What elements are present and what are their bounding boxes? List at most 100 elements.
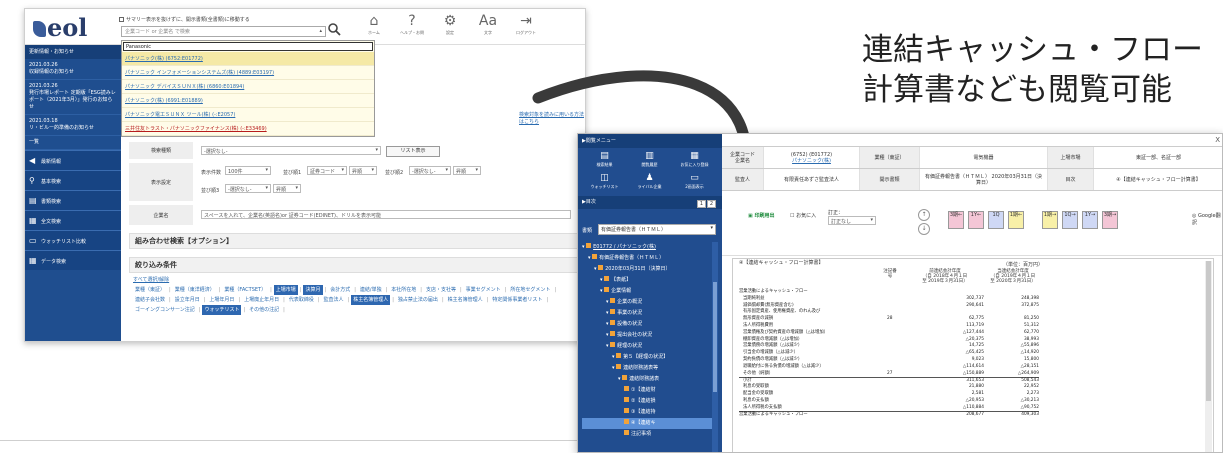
tree-node[interactable]: ▾ 設備の状況	[582, 319, 712, 330]
filter-tag[interactable]: 監査法人	[322, 295, 346, 305]
menu-favorite[interactable]: ▦ お気に入り登録	[672, 150, 717, 172]
filter-tag[interactable]: 設立年月日	[173, 295, 202, 305]
print-button[interactable]: ▣ 印刷用出	[748, 212, 774, 219]
tree-node[interactable]: ①【連結財	[582, 385, 712, 396]
toc-layout-button[interactable]: 1	[697, 200, 706, 208]
favorite-button[interactable]: ☐ お気に入	[790, 212, 816, 219]
filter-tag[interactable]: 代表取締役	[287, 295, 316, 305]
sort1-dir-select[interactable]: 昇順	[349, 166, 377, 175]
tree-node[interactable]: 注記事項	[582, 429, 712, 440]
tree-node[interactable]: ③【連結持	[582, 407, 712, 418]
top-nav-help[interactable]: ? ヘルプ・お問	[393, 13, 431, 36]
tree-node[interactable]: ▾ 2020年03月31日（決算日）	[582, 264, 712, 275]
period-nav-button[interactable]: 1期←	[1008, 211, 1024, 229]
filter-tag[interactable]: 会計方式	[328, 285, 352, 295]
sort3-dir-select[interactable]: 昇順	[273, 184, 301, 193]
tree-node[interactable]: ②【連結損	[582, 396, 712, 407]
sort2-select[interactable]: -選択なし-	[409, 166, 451, 175]
tree-node[interactable]: ▾ 第５【経理の状況】	[582, 352, 712, 363]
filter-tag[interactable]: 連結子会社数	[133, 295, 167, 305]
sidebar-item-megaphone[interactable]: ◀ 最新情報	[25, 150, 121, 170]
period-nav-button[interactable]: 3期←	[948, 211, 964, 229]
filter-tag[interactable]: 業種（東洋経済）	[173, 285, 217, 295]
top-nav-font-size[interactable]: Aa 文字	[469, 13, 507, 36]
top-nav-home[interactable]: ⌂ ホーム	[355, 13, 393, 36]
filters-header[interactable]: 絞り込み条件	[129, 257, 581, 273]
tree-node[interactable]: ④【連結キ	[582, 418, 712, 429]
news-item[interactable]: 2021.03.26 発行市場レポート 定期版「ESG読みレポート（2021年3月…	[25, 80, 121, 115]
news-item[interactable]: 2021.03.26 収録情報のお知らせ	[25, 59, 121, 80]
filter-tag[interactable]: 本社所在地	[389, 285, 418, 295]
sheet-scroll-thumb[interactable]	[1206, 261, 1211, 401]
correction-select[interactable]: 訂正なし	[828, 216, 876, 225]
sidebar-item-document-search[interactable]: ▤ 書類検索	[25, 190, 121, 210]
period-nav-button[interactable]: 1Y→	[1082, 211, 1098, 229]
news-item[interactable]: 2021.03.18 リ・ビルー的準備のお知らせ	[25, 115, 121, 136]
company-search-input[interactable]: 企業コード or 企業名 で検索 ▴	[121, 26, 326, 37]
menu-compare[interactable]: ▭ 2画面表示	[672, 172, 717, 194]
google-translate-button[interactable]: ◎ Google翻訳	[1192, 212, 1222, 226]
close-icon[interactable]: X	[1215, 136, 1220, 144]
suggest-input[interactable]: Panasonic	[123, 42, 373, 51]
suggest-option[interactable]: パナソニック デバイスＳＵＮＸ(株) (6860:E01894)	[122, 80, 374, 94]
tree-node[interactable]: ▾ 連結財務諸表	[582, 374, 712, 385]
sidebar-item-fulltext-search[interactable]: ▦ 全文検索	[25, 210, 121, 230]
top-nav-gear[interactable]: ⚙ 設定	[431, 13, 469, 36]
tree-node[interactable]: ▾ 【表紙】	[582, 275, 712, 286]
filter-tag[interactable]: 業種（FACTSET）	[222, 285, 268, 295]
filter-tag[interactable]: 連結/単独	[358, 285, 384, 295]
filter-tag[interactable]: 上場廃止年月日	[242, 295, 281, 305]
period-nav-button[interactable]: 1Y←	[968, 211, 984, 229]
filter-tag[interactable]: 株主名簿管理人	[351, 295, 391, 305]
filter-tag[interactable]: 独占禁止法の届出	[396, 295, 440, 305]
tree-node[interactable]: ▾ 経理の状況	[582, 341, 712, 352]
options-header[interactable]: 組み合わせ検索【オプション】	[129, 233, 581, 249]
tree-scroll-thumb[interactable]	[713, 282, 717, 392]
tree-node[interactable]: ▾ 企業情報	[582, 286, 712, 297]
filter-tag[interactable]: 業種（東証）	[133, 285, 167, 295]
suggest-option[interactable]: パナソニック インフォメーションシステムズ(株) (4889:E03197)	[122, 66, 374, 80]
suggest-option[interactable]: パナソニック(株) (6991:E01889)	[122, 94, 374, 108]
menu-search-results[interactable]: ▤ 検索結果	[582, 150, 627, 172]
company-link[interactable]: パナソニック(株)	[792, 158, 831, 164]
filter-tag[interactable]: ゴーイングコンサーン注記	[133, 305, 197, 315]
hint-checkbox[interactable]	[119, 17, 124, 22]
period-nav-button[interactable]: 1Q→	[1062, 211, 1078, 229]
list-display-button[interactable]: リスト表示	[386, 146, 440, 157]
select-all-link[interactable]: すべて選択/解除	[133, 275, 579, 285]
suggest-option[interactable]: パナソニック電工ＳＵＮＸ ツール(株) (-:E2057)	[122, 108, 374, 122]
period-nav-button[interactable]: 3期→	[1102, 211, 1118, 229]
sidebar-item-watchlist[interactable]: ▭ ウォッチリスト比較	[25, 230, 121, 250]
tree-node[interactable]: ▾ 事業の状況	[582, 308, 712, 319]
filter-tag[interactable]: その他の注記	[247, 305, 281, 315]
filter-tag[interactable]: 事業セグメント	[464, 285, 503, 295]
sidebar-item-data[interactable]: ▦ データ検索	[25, 250, 121, 270]
display-count-select[interactable]: 100件	[225, 166, 271, 175]
sort2-dir-select[interactable]: 昇順	[453, 166, 481, 175]
tree-node[interactable]: ▾ 連結財務諸表等	[582, 363, 712, 374]
filter-tag[interactable]: 支店・支社等	[424, 285, 458, 295]
filter-tag[interactable]: ウォッチリスト	[202, 305, 242, 315]
arrow-up-icon[interactable]: ↑	[918, 209, 930, 221]
filter-tag[interactable]: 決算月	[303, 285, 323, 295]
news-more-link[interactable]: 一覧	[25, 136, 121, 150]
top-nav-logout[interactable]: ⇥ ログアウト	[507, 13, 545, 36]
search-icon[interactable]	[327, 22, 341, 36]
doc-type-select[interactable]: -選択なし-	[201, 146, 381, 155]
suggest-option[interactable]: 三井住友トラスト・パナソニックファイナンス(株) (-:E33469)	[122, 122, 374, 136]
filter-tag[interactable]: 株主名簿管理人	[446, 295, 485, 305]
filter-tag[interactable]: 上場市場	[273, 285, 298, 295]
menu-rival[interactable]: ♟ ライバル企業	[627, 172, 672, 194]
tree-node[interactable]: ▾ E01772 / パナソニック(株)	[582, 242, 712, 253]
tree-node[interactable]: ▾ 有価証券報告書（ＨＴＭＬ）	[582, 253, 712, 264]
arrow-down-icon[interactable]: ↓	[918, 223, 930, 235]
toc-layout-button[interactable]: 2	[707, 200, 716, 208]
sort1-select[interactable]: 証券コード	[307, 166, 347, 175]
sheet-scrollbar[interactable]	[1205, 261, 1212, 452]
summary-hint[interactable]: サマリー表示を抜けずに、開示書類(全書類)に移動する	[119, 16, 250, 23]
sort3-select[interactable]: -選択なし-	[225, 184, 271, 193]
tree-scrollbar[interactable]	[712, 242, 718, 452]
doc-select[interactable]: 有価証券報告書（ＨＴＭＬ）	[598, 224, 716, 235]
suggest-option[interactable]: パナソニック(株) (6752:E01772)	[122, 52, 374, 66]
filter-tag[interactable]: 上場年月日	[207, 295, 236, 305]
